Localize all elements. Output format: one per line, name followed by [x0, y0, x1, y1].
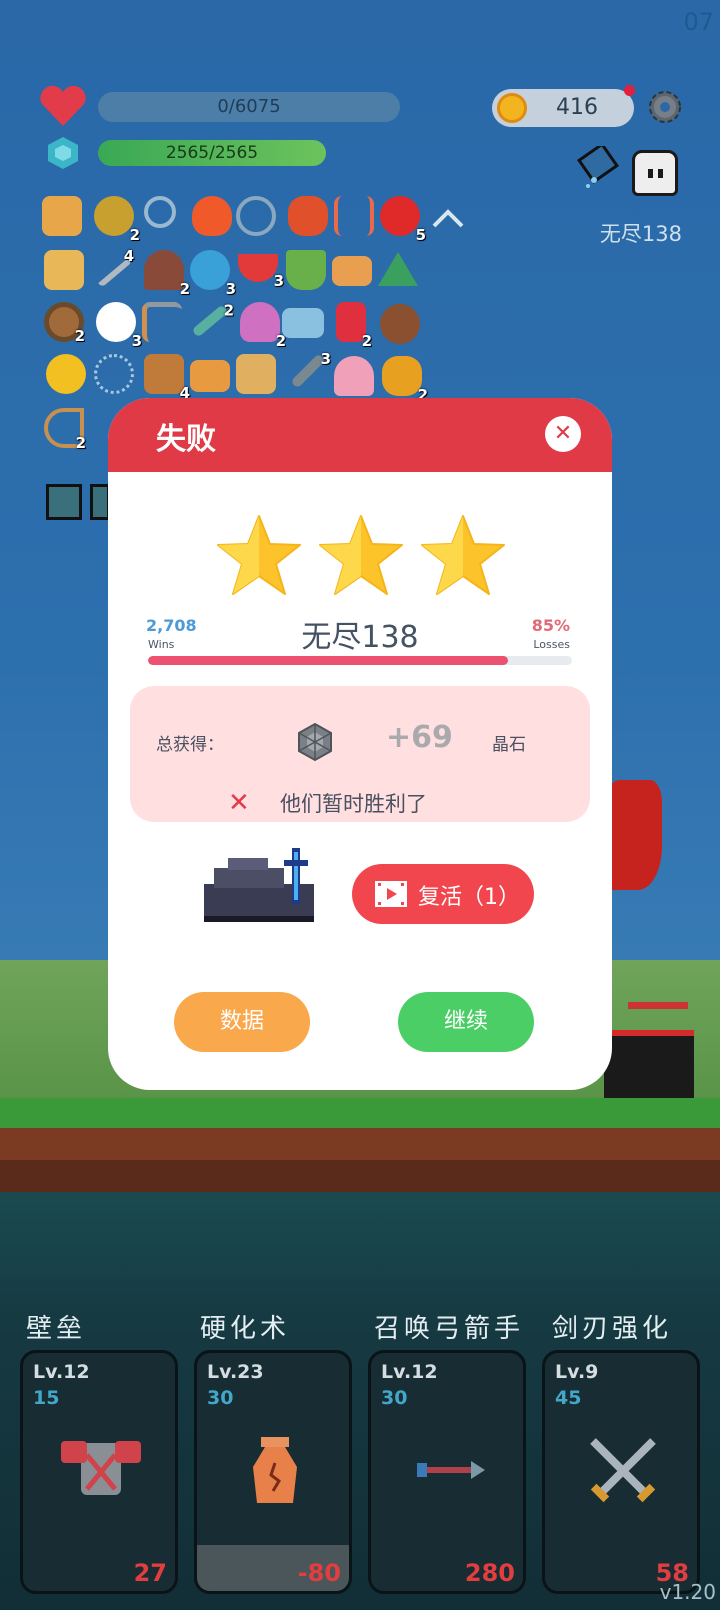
enemy-group [604, 1030, 694, 1100]
map-scroll-item[interactable] [236, 354, 276, 394]
losses-value: 85% [531, 616, 570, 635]
skill-card-harden[interactable]: Lv.23 30 -80 [194, 1350, 352, 1594]
revive-label: 复活（1） [418, 885, 520, 910]
fish-icon[interactable] [574, 146, 624, 194]
star-icon [217, 515, 301, 595]
crown-item[interactable] [332, 256, 372, 286]
skill-cost: 30 [381, 1387, 408, 1409]
enemy-health-bar [628, 1002, 688, 1009]
skill-card-bulwark[interactable]: Lv.12 15 27 [20, 1350, 178, 1594]
dirt-lower [0, 1160, 720, 1192]
door-item[interactable]: 2 [144, 250, 190, 298]
loss-progress-track [148, 656, 572, 665]
reward-label: 总获得： [156, 735, 224, 755]
sundae-item[interactable] [334, 356, 374, 396]
skill-value: 27 [133, 1559, 167, 1587]
apple-item[interactable]: 5 [380, 196, 426, 244]
skill-name: 壁垒 [26, 1314, 87, 1344]
egg-item[interactable]: 2 [94, 196, 140, 244]
arrow-icon [417, 1461, 485, 1479]
notification-dot [624, 85, 635, 96]
skill-name: 硬化术 [200, 1314, 291, 1344]
crystal-icon [298, 722, 332, 762]
target-item[interactable] [236, 196, 276, 236]
stats-button[interactable]: 数据 [174, 992, 310, 1052]
network-item[interactable] [94, 354, 134, 394]
version-label: v1.20 [659, 1580, 716, 1604]
coin-icon [497, 93, 527, 123]
sunflower-item[interactable] [46, 354, 86, 394]
skill-cost: 45 [555, 1387, 582, 1409]
id-card-item[interactable] [190, 360, 230, 392]
continue-button[interactable]: 继续 [398, 992, 534, 1052]
fail-message: 他们暂时胜利了 [280, 792, 427, 816]
tools-item[interactable] [142, 302, 182, 342]
map-item[interactable] [42, 196, 82, 236]
demon-head-item[interactable] [288, 196, 328, 236]
corner-number: 07 [683, 8, 714, 36]
skill-cost: 30 [207, 1387, 234, 1409]
loss-progress-fill [148, 656, 509, 665]
fire-item[interactable] [192, 196, 232, 236]
magnifier-item[interactable] [144, 196, 176, 228]
star-icon [319, 515, 403, 595]
skill-value: -80 [297, 1559, 341, 1587]
skill-level: Lv.12 [33, 1361, 90, 1383]
grass [0, 1098, 720, 1128]
mana-gem-icon [48, 137, 78, 169]
revive-button[interactable]: 复活（1） [352, 864, 534, 924]
armor-icon [61, 1441, 141, 1495]
reward-unit: 晶石 [492, 735, 526, 755]
dialog-title: 失败 [156, 422, 216, 457]
reward-amount: +69 [386, 720, 453, 755]
gear-icon[interactable] [646, 88, 684, 126]
skill-level: Lv.23 [207, 1361, 264, 1383]
fallen-hero-icon [204, 848, 314, 922]
hp-bar: 0/6075 [98, 92, 400, 122]
close-button[interactable]: ✕ [545, 416, 581, 452]
skill-name: 剑刃强化 [552, 1314, 673, 1344]
chat-item[interactable]: 3 [190, 250, 236, 298]
mana-bar: 2565/2565 [98, 140, 326, 166]
pineapple-item[interactable]: 2 [382, 356, 428, 404]
rune-tile[interactable] [46, 484, 82, 520]
book-item[interactable]: 4 [144, 354, 190, 402]
white-flower-item[interactable]: 3 [96, 302, 142, 350]
skill-card-blade[interactable]: Lv.9 45 58 [542, 1350, 700, 1594]
skill-level: Lv.9 [555, 1361, 599, 1383]
crossed-swords-icon [590, 1438, 656, 1503]
rune-tile[interactable] [90, 484, 110, 520]
skill-cost: 15 [33, 1387, 60, 1409]
reward-box: 总获得： +69 晶石 ✕ 他们暂时胜利了 [130, 686, 590, 822]
scroll-item[interactable] [44, 250, 84, 290]
tent-item[interactable] [378, 252, 418, 286]
losses-label: Losses [533, 638, 570, 651]
heat-item[interactable] [334, 196, 374, 236]
bow-item[interactable]: 2 [44, 408, 86, 452]
bookmark-item[interactable]: 2 [336, 302, 372, 350]
defeat-dialog: 失败 ✕ 2,708 Wins 无尽138 85% Losses 总获得： +6 [108, 398, 612, 1090]
star-icon [421, 515, 505, 595]
coconut-drink-item[interactable] [380, 304, 420, 344]
skill-card-archer[interactable]: Lv.12 30 280 [368, 1350, 526, 1594]
vase-icon [253, 1437, 297, 1503]
skill-name: 召唤弓箭手 [374, 1314, 525, 1344]
skill-value: 280 [464, 1559, 515, 1587]
potted-flower-item[interactable]: 2 [240, 302, 286, 350]
star-rating [216, 514, 506, 596]
chevron-up-icon[interactable] [430, 206, 466, 230]
mode-label: 无尽138 [599, 222, 682, 246]
video-ad-icon [375, 881, 407, 907]
potion-item[interactable] [286, 250, 326, 290]
round-shield-item[interactable]: 2 [44, 302, 85, 345]
skill-level: Lv.12 [381, 1361, 438, 1383]
heart-icon [40, 85, 86, 126]
star-card-item[interactable] [282, 308, 324, 338]
fail-x-icon: ✕ [228, 788, 250, 818]
ghost-icon[interactable] [632, 150, 678, 196]
